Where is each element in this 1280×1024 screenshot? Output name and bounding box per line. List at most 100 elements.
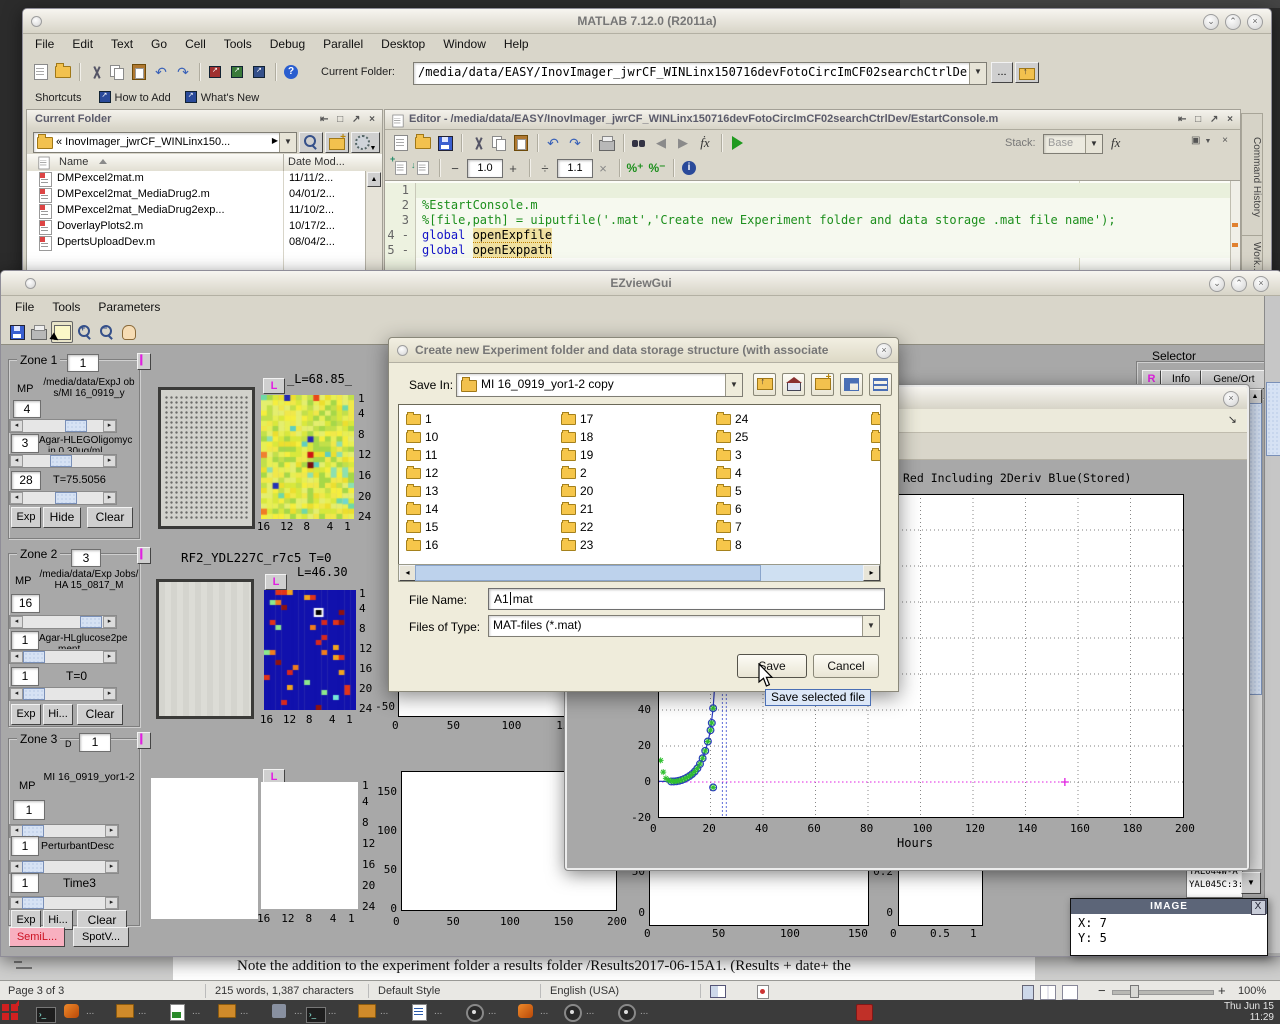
taskbar-item-folder[interactable] [116, 1004, 134, 1023]
undo-icon[interactable]: ↶ [151, 62, 171, 82]
warning-marker[interactable] [1232, 243, 1238, 247]
decrease-percent-icon[interactable]: %⁻ [647, 158, 667, 178]
forward-icon[interactable]: ▶ [673, 133, 693, 153]
increase-percent-icon[interactable]: %⁺ [625, 158, 645, 178]
close-panel-icon[interactable]: × [369, 114, 378, 125]
file-row[interactable]: DMPexcel2mat_MediaDrug2exp...11/10/2... [27, 203, 366, 219]
editor-marker-strip[interactable] [1230, 181, 1240, 272]
maximize-button[interactable]: ⌃ [1231, 276, 1247, 292]
status-style[interactable]: Default Style [378, 985, 440, 997]
copy-icon[interactable] [489, 133, 509, 153]
status-words[interactable]: 215 words, 1,387 characters [215, 985, 354, 997]
cancel-button[interactable]: Cancel [813, 654, 879, 678]
undo-icon[interactable]: ↶ [543, 133, 563, 153]
list-view-icon[interactable] [869, 373, 892, 396]
zone1-mp-scrollbar[interactable]: ◂▸ [9, 419, 117, 433]
zone3-time-scrollbar[interactable]: ◂▸ [9, 896, 119, 910]
changes-icon[interactable] [757, 985, 769, 999]
taskbar-item-folder[interactable] [358, 1004, 376, 1023]
folder-item[interactable]: 22 [561, 519, 711, 537]
zone1-mp-field[interactable]: 4 [13, 400, 41, 418]
code-line[interactable]: %EstartConsole.m [416, 198, 1230, 213]
taskbar-item-matlab[interactable] [64, 1004, 79, 1023]
print-icon[interactable] [29, 322, 49, 342]
file-row[interactable]: DpertsUploadDev.m08/04/2... [27, 235, 366, 251]
open-folder-icon[interactable] [53, 62, 73, 82]
clock-time[interactable]: 11:29 [1224, 1012, 1274, 1023]
date-column-header[interactable]: Date Mod... [288, 156, 345, 168]
breadcrumb-expand-icon[interactable]: ▶ [272, 136, 278, 145]
file-name-input[interactable]: A1mat [488, 588, 885, 610]
grid-view-icon[interactable] [840, 373, 863, 396]
folder-item[interactable]: 4 [716, 465, 866, 483]
folder-item-partial[interactable] [871, 429, 881, 447]
cut-icon[interactable] [85, 62, 105, 82]
zone2-exp-button[interactable]: Exp [11, 704, 41, 725]
menu-item-tools[interactable]: Tools [224, 37, 252, 51]
folder-item[interactable]: 18 [561, 429, 711, 447]
cell-value-field[interactable]: 1.0 [467, 159, 503, 178]
search-button[interactable] [299, 132, 323, 153]
dropdown-icon[interactable]: ▼ [725, 374, 742, 396]
close-button[interactable]: × [1253, 276, 1269, 292]
window-menu-icon[interactable] [25, 278, 36, 289]
float-window-icon[interactable]: ▣ [1191, 135, 1204, 146]
insert-cell-icon[interactable]: + [391, 158, 411, 178]
cut-icon[interactable] [467, 133, 487, 153]
new-file-icon[interactable] [391, 133, 411, 153]
folder-item[interactable]: 21 [561, 501, 711, 519]
current-folder-path-input[interactable]: /media/data/EASY/InovImager_jwrCF_WINLin… [413, 62, 987, 85]
close-button[interactable]: × [1247, 14, 1263, 30]
spotview-button[interactable]: SpotV... [73, 927, 129, 947]
new-folder-button[interactable] [325, 132, 349, 153]
zone3-perturbant-field[interactable]: 1 [11, 836, 39, 856]
redo-icon[interactable]: ↷ [565, 133, 585, 153]
folder-item[interactable]: 1 [406, 411, 556, 429]
find-icon[interactable] [629, 133, 649, 153]
file-row[interactable]: DoverlayPlots2.m10/17/2... [27, 219, 366, 235]
fx-icon[interactable]: fx [1111, 135, 1120, 151]
semilog-button[interactable]: SemiL... [9, 927, 65, 947]
zone3-index-field[interactable]: 1 [79, 733, 111, 752]
up-one-level-icon[interactable] [753, 373, 776, 396]
taskbar-item-terminal[interactable]: ›_ [306, 1004, 326, 1023]
file-list-scrollbar[interactable]: ▲ [365, 171, 382, 270]
close-button[interactable]: × [1223, 391, 1239, 407]
taskbar-item-doc-viewer[interactable] [272, 1004, 286, 1023]
edit-plot-icon[interactable] [51, 321, 73, 343]
folder-item[interactable]: 19 [561, 447, 711, 465]
book-view-icon[interactable] [710, 985, 726, 998]
resize-corner-icon[interactable]: ↘ [1228, 413, 1237, 426]
paste-icon[interactable] [511, 133, 531, 153]
zone1-time-scrollbar[interactable]: ◂▸ [9, 491, 117, 505]
folder-item[interactable]: 14 [406, 501, 556, 519]
folder-item[interactable]: 8 [716, 537, 866, 555]
open-folder-icon[interactable] [413, 133, 433, 153]
dialog-titlebar[interactable]: Create new Experiment folder and data st… [389, 338, 898, 363]
taskbar-item-media-player[interactable] [618, 1004, 636, 1024]
maximize-panel-icon[interactable]: □ [337, 114, 346, 125]
list-item[interactable]: YAL045C:3: [1189, 879, 1242, 892]
scroll-up-icon[interactable]: ▲ [367, 172, 381, 187]
file-name[interactable]: DMPexcel2mat.m [57, 172, 279, 184]
browse-folder-button[interactable]: ... [991, 62, 1013, 83]
run-icon[interactable] [727, 133, 747, 153]
folder-item[interactable]: 6 [716, 501, 866, 519]
menu-item-debug[interactable]: Debug [270, 37, 305, 51]
file-table-header[interactable]: Name Date Mod... [27, 154, 382, 172]
zone2-clear-button[interactable]: Clear [77, 704, 123, 725]
shortcut-item[interactable]: What's New [201, 92, 259, 104]
function-hints-icon[interactable]: ḟx [695, 133, 715, 153]
zone1-exp-button[interactable]: Exp [11, 507, 41, 528]
zone3-perturbant-scrollbar[interactable]: ◂▸ [9, 860, 119, 874]
stack-combo[interactable]: Base ▼ [1043, 134, 1103, 154]
taskbar-item-folder[interactable] [218, 1004, 236, 1023]
save-icon[interactable] [435, 133, 455, 153]
maximize-panel-icon[interactable]: □ [1195, 114, 1204, 125]
dropdown-icon[interactable]: ▼ [862, 616, 879, 636]
folder-item-partial[interactable] [871, 411, 881, 429]
taskbar-item-terminal[interactable]: ›_ [36, 1004, 56, 1023]
taskbar-item-red-app[interactable] [856, 1004, 873, 1024]
divide-value-field[interactable]: 1.1 [557, 159, 593, 178]
home-icon[interactable] [782, 373, 805, 396]
